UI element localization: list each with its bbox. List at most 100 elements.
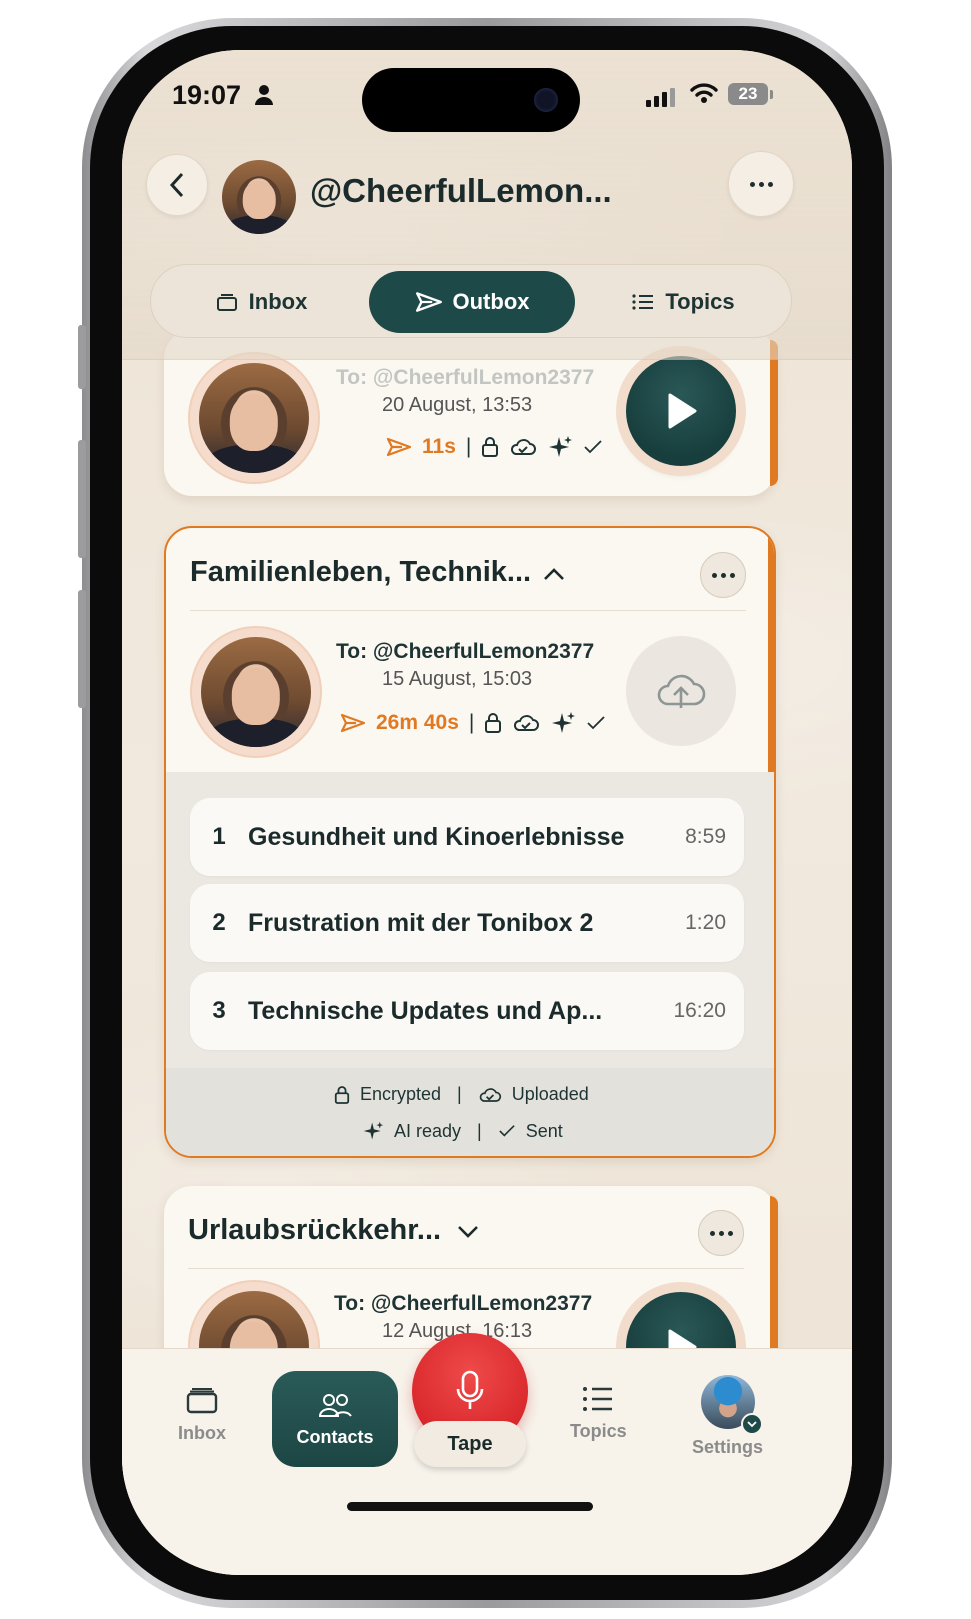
inbox-tray-icon (216, 294, 237, 311)
message-date: 20 August, 13:53 (382, 394, 533, 416)
list-icon (632, 294, 654, 310)
card-title: Urlaubsrückkehr... (188, 1214, 442, 1246)
card-menu-button[interactable] (698, 1210, 744, 1256)
topic-row[interactable]: 2 Frustration mit der Tonibox 2 1:20 (190, 884, 744, 962)
contact-avatar[interactable] (222, 160, 296, 234)
nav-inbox-label: Inbox (178, 1423, 226, 1443)
person-icon (255, 85, 273, 105)
camera-icon (534, 88, 558, 112)
separator: | (477, 1120, 482, 1141)
topic-duration: 8:59 (685, 825, 726, 848)
battery-indicator: 23 (728, 83, 768, 105)
lock-icon (334, 1085, 350, 1104)
chevron-up-icon[interactable] (542, 566, 566, 582)
encrypted-label: Encrypted (360, 1084, 442, 1104)
mailbox-tabs: Inbox Outbox Topics (150, 264, 792, 338)
avatar-ring (190, 626, 322, 758)
sender-avatar (201, 637, 311, 747)
tab-inbox-label: Inbox (248, 289, 308, 314)
checkmark-icon (584, 440, 602, 454)
contact-name[interactable]: @CheerfulLemon... (310, 172, 612, 210)
microphone-icon (456, 1370, 484, 1409)
home-indicator (347, 1502, 593, 1511)
tab-outbox[interactable]: Outbox (369, 271, 575, 333)
uploaded-label: Uploaded (511, 1084, 589, 1104)
back-button[interactable] (146, 154, 208, 216)
cellular-signal-icon (646, 88, 675, 107)
topic-title: Frustration mit der Tonibox 2 (248, 908, 594, 937)
separator: | (465, 435, 472, 458)
divider (188, 1268, 744, 1269)
topic-row[interactable]: 3 Technische Updates und Ap... 16:20 (190, 972, 744, 1050)
dynamic-island (362, 68, 580, 132)
list-icon (583, 1387, 613, 1411)
status-line-1: Encrypted | Uploaded (334, 1084, 589, 1105)
nav-contacts[interactable]: Contacts (272, 1371, 398, 1467)
duration-label: 11s (422, 435, 456, 458)
more-icon (749, 181, 773, 187)
status-time: 19:07 (172, 80, 242, 110)
topics-section: 1 Gesundheit und Kinoerlebnisse 8:59 2 F… (166, 772, 774, 1156)
status-line-2: AI ready | Sent (362, 1120, 563, 1142)
bottom-navigation: Inbox Contacts Tape Topics Settings (122, 1333, 852, 1575)
more-options-button[interactable] (728, 151, 794, 217)
tab-topics-label: Topics (665, 289, 735, 314)
card-menu-button[interactable] (700, 552, 746, 598)
cloud-check-icon (511, 439, 537, 455)
chevron-down-icon[interactable] (456, 1224, 480, 1240)
ai-ready-label: AI ready (394, 1120, 462, 1141)
mute-switch (78, 325, 86, 389)
play-icon (668, 393, 697, 429)
checkmark-icon (499, 1125, 515, 1137)
tape-label-pill[interactable]: Tape (414, 1421, 526, 1467)
volume-down-button (78, 590, 86, 708)
status-footer (166, 1068, 774, 1156)
lock-icon (482, 437, 499, 457)
nav-contacts-label: Contacts (296, 1426, 374, 1447)
send-icon (340, 713, 366, 733)
card-accent-edge (770, 340, 778, 486)
topic-duration: 16:20 (673, 999, 726, 1022)
sparkles-icon (549, 436, 573, 457)
topic-row[interactable]: 1 Gesundheit und Kinoerlebnisse 8:59 (190, 798, 744, 876)
recipient-label: To: @CheerfulLemon2377 (334, 1292, 593, 1315)
sender-avatar (199, 363, 309, 473)
nav-topics-label: Topics (570, 1421, 627, 1441)
tab-inbox[interactable]: Inbox (161, 271, 361, 333)
avatar-ring (188, 352, 320, 484)
message-date: 15 August, 15:03 (382, 668, 533, 690)
tab-topics[interactable]: Topics (583, 271, 783, 333)
topic-title: Gesundheit und Kinoerlebnisse (248, 822, 625, 851)
sparkles-icon (363, 1121, 384, 1140)
user-avatar (700, 1375, 763, 1435)
separator: | (468, 711, 475, 734)
play-button[interactable] (626, 356, 736, 466)
card-title: Familienleben, Technik... (190, 556, 532, 588)
upload-button[interactable] (626, 636, 736, 746)
topic-number: 2 (212, 909, 226, 936)
lock-icon (485, 713, 502, 733)
tab-outbox-label: Outbox (452, 289, 530, 314)
nav-settings[interactable]: Settings (692, 1375, 763, 1458)
tape-label: Tape (447, 1432, 493, 1455)
people-icon (318, 1393, 352, 1417)
sparkles-icon (552, 712, 576, 733)
topic-title: Technische Updates und Ap... (248, 996, 603, 1025)
sent-label: Sent (525, 1120, 563, 1141)
nav-settings-label: Settings (692, 1437, 764, 1457)
more-icon (709, 1230, 733, 1236)
nav-topics[interactable]: Topics (570, 1385, 627, 1442)
app-screen: To: @CheerfulLemon2377 20 August, 13:53 … (122, 50, 852, 1575)
volume-up-button (78, 440, 86, 558)
message-card-expanded[interactable]: Familienleben, Technik... To: @CheerfulL… (164, 526, 776, 1158)
duration-label: 26m 40s (376, 711, 459, 734)
separator: | (457, 1084, 462, 1104)
send-icon (386, 437, 412, 457)
recipient-label: To: @CheerfulLemon2377 (336, 640, 595, 663)
message-meta: 26m 40s | (340, 710, 606, 736)
cloud-check-icon (514, 715, 540, 731)
chevron-left-icon (169, 172, 184, 198)
chevron-down-icon (740, 1413, 763, 1435)
topic-number: 1 (212, 823, 226, 850)
nav-inbox[interactable]: Inbox (178, 1385, 226, 1444)
